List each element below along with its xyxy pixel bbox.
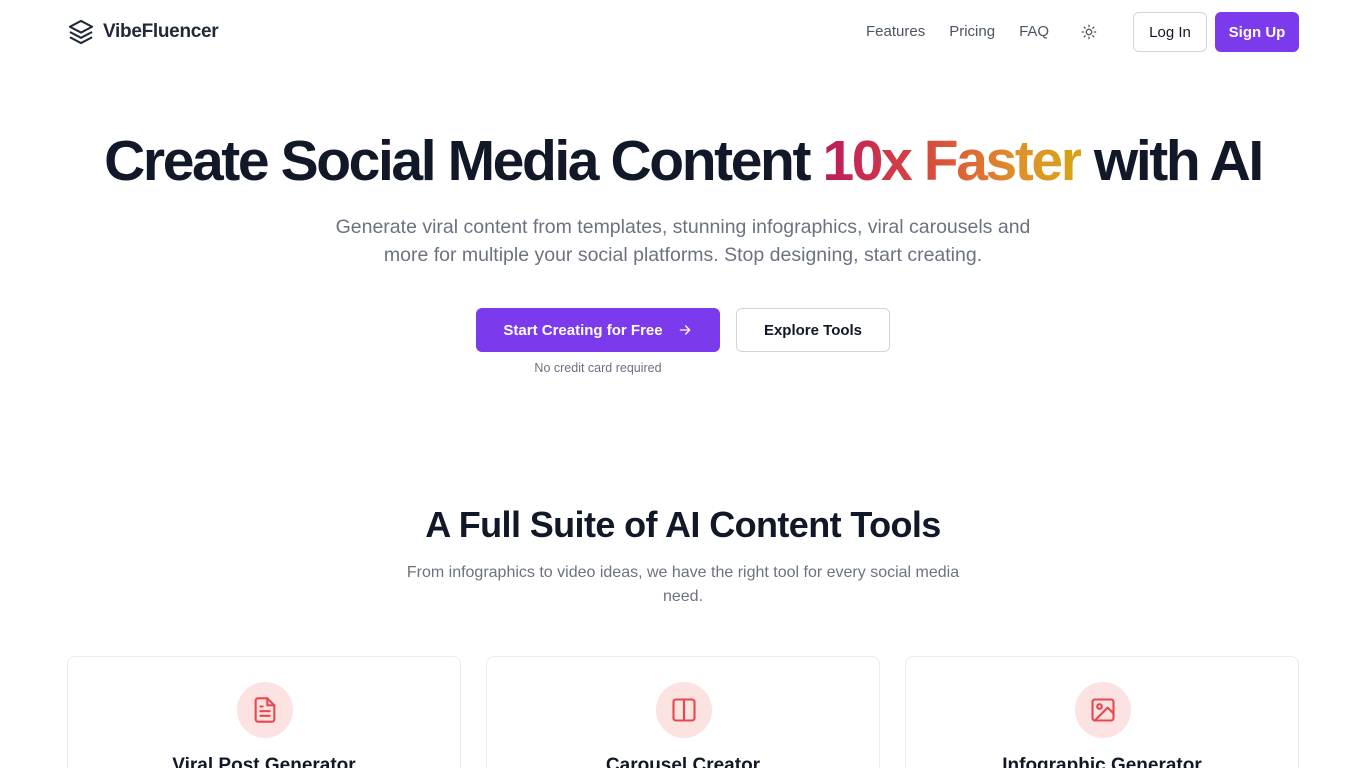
nav-item-faq[interactable]: FAQ xyxy=(1019,22,1049,42)
hero-title: Create Social Media Content 10x Faster w… xyxy=(0,126,1366,196)
hero-title-highlight: 10x Faster xyxy=(822,129,1082,193)
tools-section-subtitle: From infographics to video ideas, we hav… xyxy=(406,564,960,605)
start-creating-button[interactable]: Start Creating for Free xyxy=(476,308,720,352)
tool-card-title: Viral Post Generator xyxy=(172,755,356,768)
nav-item-pricing[interactable]: Pricing xyxy=(949,22,995,42)
explore-tools-button[interactable]: Explore Tools xyxy=(736,308,890,352)
brand-logo[interactable]: VibeFluencer xyxy=(67,18,219,46)
main-nav: Features Pricing FAQ xyxy=(866,22,1049,42)
tool-card-icon-wrap xyxy=(237,682,293,738)
layers-icon xyxy=(68,19,94,45)
tools-section-title: A Full Suite of AI Content Tools xyxy=(425,504,941,545)
tool-card-carousel[interactable]: Carousel Creator xyxy=(486,656,880,768)
image-icon xyxy=(1091,698,1115,722)
columns-icon xyxy=(672,698,696,722)
tool-card-infographic[interactable]: Infographic Generator xyxy=(905,656,1299,768)
tool-card-viral-post[interactable]: Viral Post Generator xyxy=(67,656,461,768)
hero-title-post: with AI xyxy=(1080,129,1264,193)
sun-icon xyxy=(1081,24,1097,40)
no-credit-card-note: No credit card required xyxy=(534,361,662,375)
tool-card-icon-wrap xyxy=(656,682,712,738)
tool-card-title: Infographic Generator xyxy=(1002,755,1202,768)
hero-subtitle: Generate viral content from templates, s… xyxy=(335,216,1031,266)
start-creating-label: Start Creating for Free xyxy=(503,321,663,339)
site-header: VibeFluencer Features Pricing FAQ Log In… xyxy=(0,0,1366,64)
arrow-right-icon xyxy=(679,325,690,335)
tool-card-icon-wrap xyxy=(1075,682,1131,738)
tool-card-title: Carousel Creator xyxy=(605,755,761,768)
document-icon xyxy=(254,697,276,723)
login-button[interactable]: Log In xyxy=(1133,12,1207,52)
brand-name: VibeFluencer xyxy=(103,21,219,42)
signup-button[interactable]: Sign Up xyxy=(1215,12,1299,52)
hero-title-pre: Create Social Media Content xyxy=(104,129,823,193)
theme-toggle-button[interactable] xyxy=(1078,21,1100,43)
nav-item-features[interactable]: Features xyxy=(866,22,925,42)
